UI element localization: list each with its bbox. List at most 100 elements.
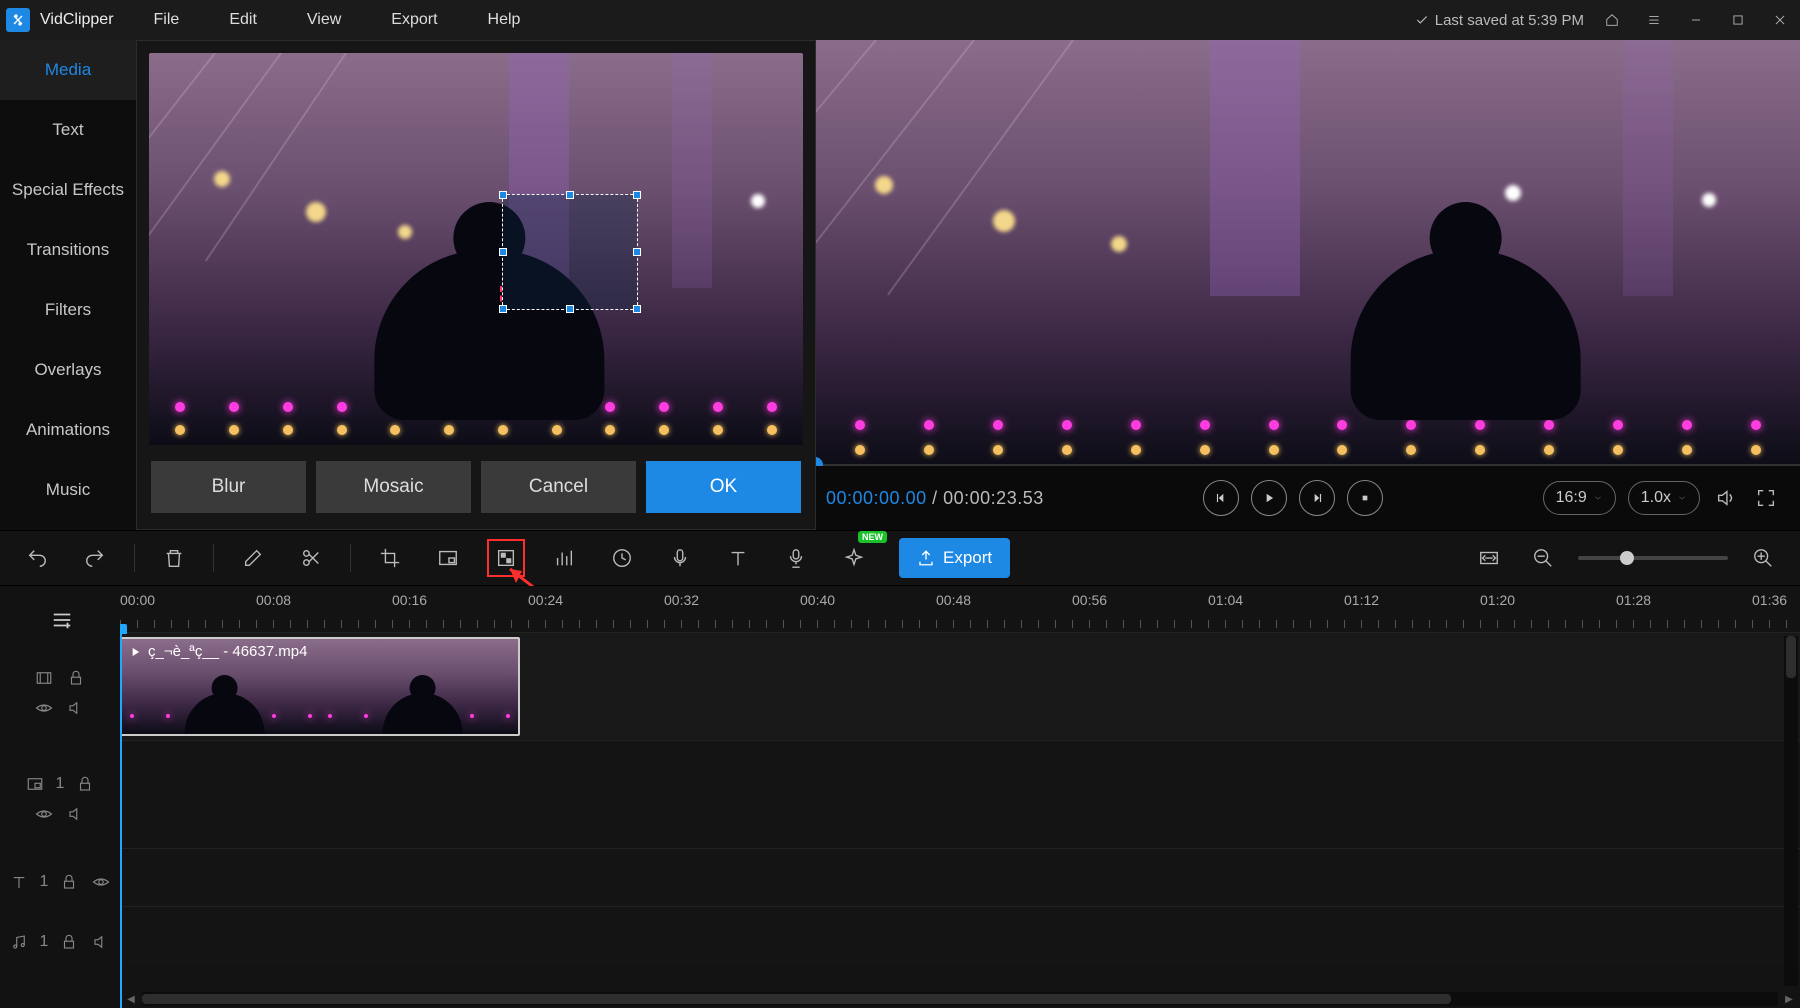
menu-file[interactable]: File — [144, 5, 190, 35]
undo-button[interactable] — [18, 539, 56, 577]
ruler-tick: 00:32 — [664, 592, 699, 608]
side-tab-special-effects[interactable]: Special Effects — [0, 160, 136, 220]
lock-icon[interactable] — [58, 871, 80, 893]
minimize-button[interactable] — [1682, 6, 1710, 34]
track-menu-button[interactable] — [42, 600, 82, 640]
text-track[interactable] — [120, 848, 1800, 906]
speech-to-text-button[interactable] — [777, 539, 815, 577]
time-ruler[interactable]: 00:0000:0800:1600:2400:3200:4000:4800:56… — [120, 586, 1800, 632]
edit-clip-button[interactable] — [234, 539, 272, 577]
hscroll-right-arrow[interactable]: ▶ — [1780, 992, 1798, 1006]
time-separator: / — [932, 488, 938, 508]
mute-icon[interactable] — [65, 697, 87, 719]
zoom-slider[interactable] — [1578, 556, 1728, 560]
home-button[interactable] — [1598, 6, 1626, 34]
split-button[interactable] — [292, 539, 330, 577]
play-button[interactable] — [1251, 480, 1287, 516]
side-tab-filters[interactable]: Filters — [0, 280, 136, 340]
menu-view[interactable]: View — [297, 5, 351, 35]
mosaic-tool-button[interactable] — [487, 539, 525, 577]
app-name: VidClipper — [40, 11, 114, 29]
visibility-icon[interactable] — [90, 871, 112, 893]
horizontal-scrollbar[interactable]: ◀ ▶ — [142, 992, 1778, 1006]
aspect-button[interactable] — [429, 539, 467, 577]
delete-button[interactable] — [155, 539, 193, 577]
hamburger-button[interactable] — [1640, 6, 1668, 34]
hscroll-left-arrow[interactable]: ◀ — [122, 992, 140, 1006]
next-frame-button[interactable] — [1299, 480, 1335, 516]
current-time: 00:00:00.00 — [826, 488, 927, 508]
audio-levels-button[interactable] — [545, 539, 583, 577]
side-tab-transitions[interactable]: Transitions — [0, 220, 136, 280]
lock-icon[interactable] — [58, 931, 80, 953]
aspect-ratio-selector[interactable]: 16:9 — [1543, 481, 1616, 515]
clip-filename: ç_¬è_ªç__ - 46637.mp4 — [148, 643, 307, 660]
side-tab-text[interactable]: Text — [0, 100, 136, 160]
side-tab-overlays[interactable]: Overlays — [0, 340, 136, 400]
player-bar: 00:00:00.00 / 00:00:23.53 16:9 1.0x — [816, 466, 1800, 530]
side-tab-animations[interactable]: Animations — [0, 400, 136, 460]
mute-icon[interactable] — [90, 931, 112, 953]
ok-button[interactable]: OK — [646, 461, 801, 513]
close-button[interactable] — [1766, 6, 1794, 34]
redo-button[interactable] — [76, 539, 114, 577]
audio-track[interactable] — [120, 906, 1800, 964]
duration-button[interactable] — [603, 539, 641, 577]
visibility-icon[interactable] — [33, 803, 55, 825]
clip-handle-right[interactable] — [518, 675, 520, 699]
visibility-icon[interactable] — [33, 697, 55, 719]
ruler-tick: 00:16 — [392, 592, 427, 608]
stop-button[interactable] — [1347, 480, 1383, 516]
audio-track-index: 1 — [40, 933, 49, 951]
blur-button[interactable]: Blur — [151, 461, 306, 513]
cancel-button[interactable]: Cancel — [481, 461, 636, 513]
maximize-button[interactable] — [1724, 6, 1752, 34]
mosaic-selection-box[interactable] — [502, 194, 638, 310]
video-track-header — [0, 640, 120, 746]
zoom-out-button[interactable] — [1524, 539, 1562, 577]
ruler-tick: 00:08 — [256, 592, 291, 608]
menu-edit[interactable]: Edit — [219, 5, 267, 35]
text-track-icon — [8, 871, 30, 893]
tracks: ç_¬è_ªç__ - 46637.mp4 — [120, 632, 1800, 964]
prev-frame-button[interactable] — [1203, 480, 1239, 516]
app-logo — [6, 8, 30, 32]
menu-help[interactable]: Help — [478, 5, 531, 35]
new-badge: NEW — [858, 531, 887, 543]
mute-icon[interactable] — [65, 803, 87, 825]
text-track-header: 1 — [0, 852, 120, 912]
fullscreen-button[interactable] — [1752, 484, 1780, 512]
track-header-column: 1 1 1 — [0, 586, 120, 1008]
preview-scrubber[interactable] — [816, 464, 1800, 466]
main-preview[interactable] — [816, 40, 1800, 466]
side-tab-music[interactable]: Music — [0, 460, 136, 520]
mosaic-button[interactable]: Mosaic — [316, 461, 471, 513]
ruler-tick: 01:12 — [1344, 592, 1379, 608]
mosaic-edit-preview[interactable] — [149, 53, 803, 445]
enhance-button[interactable]: NEW — [835, 539, 873, 577]
menu-export[interactable]: Export — [381, 5, 447, 35]
text-tool-button[interactable] — [719, 539, 757, 577]
crop-button[interactable] — [371, 539, 409, 577]
export-button[interactable]: Export — [899, 538, 1010, 578]
voiceover-button[interactable] — [661, 539, 699, 577]
ruler-tick: 01:04 — [1208, 592, 1243, 608]
clip-label: ç_¬è_ªç__ - 46637.mp4 — [128, 643, 307, 660]
ruler-tick: 01:36 — [1752, 592, 1787, 608]
side-tabs: Media Text Special Effects Transitions F… — [0, 40, 136, 530]
lock-icon[interactable] — [74, 773, 96, 795]
speed-selector[interactable]: 1.0x — [1628, 481, 1700, 515]
video-clip[interactable]: ç_¬è_ªç__ - 46637.mp4 — [120, 637, 520, 736]
side-tab-media[interactable]: Media — [0, 40, 136, 100]
save-status: Last saved at 5:39 PM — [1415, 12, 1584, 29]
playhead[interactable] — [120, 632, 122, 1008]
pip-track[interactable] — [120, 740, 1800, 848]
preview-scene — [149, 53, 803, 445]
zoom-in-button[interactable] — [1744, 539, 1782, 577]
lock-icon[interactable] — [65, 667, 87, 689]
vertical-scrollbar[interactable] — [1784, 636, 1798, 986]
video-track[interactable]: ç_¬è_ªç__ - 46637.mp4 — [120, 632, 1800, 740]
volume-button[interactable] — [1712, 484, 1740, 512]
fit-timeline-button[interactable] — [1470, 539, 1508, 577]
export-label: Export — [943, 548, 992, 568]
